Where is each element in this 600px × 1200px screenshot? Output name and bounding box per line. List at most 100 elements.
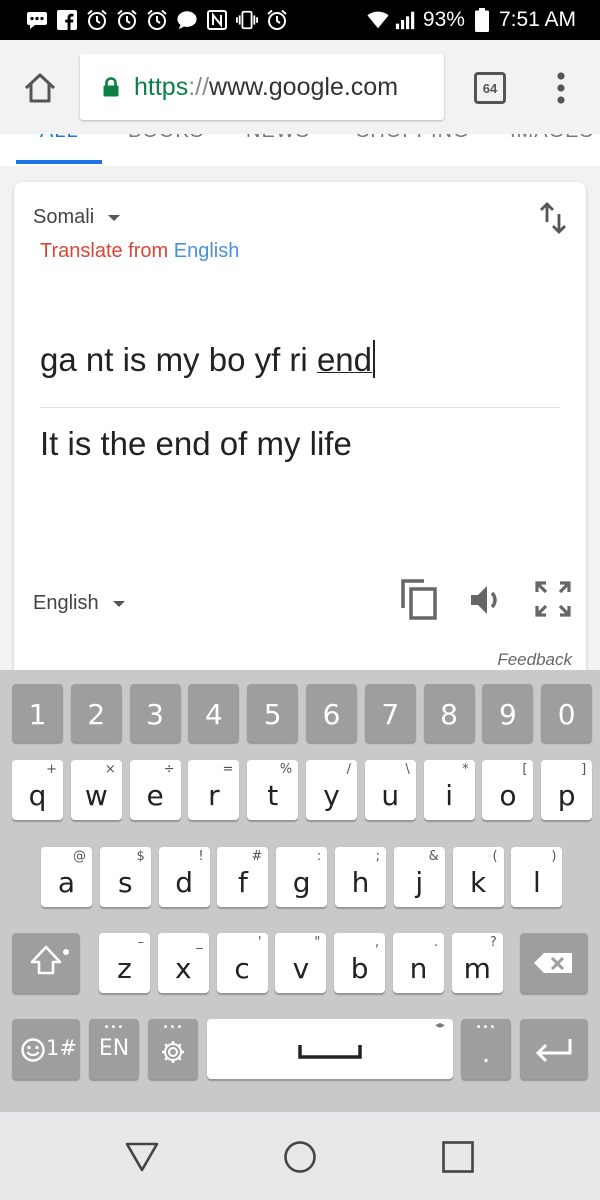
number-key-7[interactable]: 7 — [364, 684, 416, 742]
key-s[interactable]: $ s — [99, 847, 151, 907]
fullscreen-button[interactable] — [534, 580, 572, 618]
key-r[interactable]: = r — [188, 760, 240, 820]
more-dots-icon: ••• — [103, 1022, 125, 1033]
url-scheme: https — [134, 72, 189, 101]
shift-key[interactable] — [12, 933, 80, 993]
tab-shopping[interactable]: SHOPPING — [356, 134, 470, 143]
backspace-icon — [534, 953, 572, 973]
translate-from-language[interactable]: English — [174, 240, 240, 262]
number-key-6[interactable]: 6 — [306, 684, 357, 742]
feedback-link[interactable]: Feedback — [497, 650, 572, 670]
url-bar[interactable]: https://www.google.com — [80, 54, 444, 120]
home-nav-icon[interactable] — [283, 1140, 317, 1174]
swap-languages-button[interactable] — [538, 200, 568, 236]
key-m[interactable]: ? m — [451, 933, 503, 993]
key-label: i — [445, 779, 453, 812]
key-x[interactable]: _ x — [157, 933, 209, 993]
key-secondary-label: * — [462, 762, 469, 777]
copy-button[interactable] — [400, 578, 438, 620]
notification-icons — [0, 9, 288, 31]
target-language-selector[interactable]: English — [33, 592, 125, 615]
key-label: w — [84, 779, 108, 812]
key-o[interactable]: [o — [482, 760, 534, 820]
key-u[interactable]: \ u — [364, 760, 416, 820]
key-b[interactable]: ,b — [334, 933, 386, 993]
key-label: 6 — [322, 698, 341, 731]
space-key[interactable]: ◂▸ — [207, 1019, 453, 1079]
tab-switcher-button[interactable]: 64 — [474, 72, 506, 104]
key-e[interactable]: ÷ e — [129, 760, 181, 820]
key-t[interactable]: % t — [247, 760, 299, 820]
key-secondary-label: / — [346, 762, 351, 777]
keyboard-settings-key[interactable]: ••• — [148, 1019, 198, 1079]
key-label: n — [409, 952, 428, 985]
home-icon — [24, 73, 56, 103]
home-button[interactable] — [20, 68, 60, 108]
translate-from-suggestion[interactable]: Translate from English — [40, 240, 239, 263]
key-p[interactable]: ] p — [541, 760, 593, 820]
clock-time: 7:51 AM — [498, 8, 576, 31]
shift-icon — [30, 945, 69, 975]
language-key[interactable]: ••• EN — [89, 1019, 139, 1079]
key-d[interactable]: ! d — [158, 847, 210, 907]
listen-button[interactable] — [468, 582, 504, 618]
tab-all[interactable]: ALL — [40, 134, 79, 143]
tab-images[interactable]: IMAGES — [510, 134, 594, 143]
key-label: z — [117, 952, 132, 985]
alarm-icon — [146, 9, 168, 31]
wifi-icon — [367, 9, 389, 31]
speaker-icon — [471, 586, 497, 614]
key-label: u — [381, 779, 400, 812]
number-key-2[interactable]: 2 — [70, 684, 122, 742]
key-c[interactable]: ' c — [216, 933, 268, 993]
number-key-0[interactable]: 0 — [541, 684, 593, 742]
source-text-input[interactable]: ga nt is my bo yf ri end — [40, 340, 375, 379]
key-label: l — [533, 866, 541, 899]
key-n[interactable]: .n — [393, 933, 444, 993]
period-key[interactable]: ••• . — [461, 1019, 511, 1079]
tab-count: 64 — [482, 80, 498, 96]
more-vert-icon — [557, 72, 565, 104]
key-h[interactable]: ; h — [335, 847, 386, 907]
key-secondary-label: ) — [551, 849, 557, 864]
key-label: d — [175, 866, 193, 899]
key-f[interactable]: # f — [217, 847, 269, 907]
key-v[interactable]: " v — [275, 933, 327, 993]
key-secondary-label: $ — [136, 849, 145, 864]
key-w[interactable]: × w — [70, 760, 122, 820]
tab-books[interactable]: BOOKS — [128, 134, 204, 143]
key-g[interactable]: :g — [276, 847, 328, 907]
key-y[interactable]: / y — [306, 760, 357, 820]
key-q[interactable]: + q — [12, 760, 63, 820]
recents-icon[interactable] — [442, 1141, 474, 1173]
key-l[interactable]: ) l — [511, 847, 563, 907]
number-key-3[interactable]: 3 — [129, 684, 181, 742]
number-key-4[interactable]: 4 — [188, 684, 240, 742]
key-label: 3 — [146, 698, 164, 731]
number-key-9[interactable]: 9 — [482, 684, 534, 742]
key-a[interactable]: @ a — [41, 847, 92, 907]
browser-menu-button[interactable] — [548, 70, 574, 106]
enter-key[interactable] — [520, 1019, 588, 1079]
key-label: q — [28, 779, 47, 812]
key-k[interactable]: (k — [452, 847, 504, 907]
key-z[interactable]: – z — [99, 933, 150, 993]
chevron-down-icon — [108, 214, 121, 221]
number-key-8[interactable]: 8 — [423, 684, 475, 742]
number-key-5[interactable]: 5 — [247, 684, 299, 742]
key-i[interactable]: * i — [423, 760, 475, 820]
period-key-label: . — [481, 1039, 491, 1069]
key-label: o — [499, 779, 517, 812]
backspace-key[interactable] — [520, 933, 588, 993]
facebook-icon — [56, 9, 78, 31]
key-secondary-label: , — [375, 935, 380, 950]
source-language-selector[interactable]: Somali — [33, 206, 121, 229]
browser-toolbar: https://www.google.com 64 — [0, 40, 600, 134]
translate-from-label: Translate from — [40, 240, 169, 262]
back-icon[interactable] — [125, 1142, 159, 1172]
key-j[interactable]: & j — [393, 847, 445, 907]
symbols-key[interactable]: 1# — [12, 1019, 80, 1079]
tab-news[interactable]: NEWS — [246, 134, 310, 143]
swap-vert-icon — [540, 202, 566, 234]
number-key-1[interactable]: 1 — [12, 684, 63, 742]
